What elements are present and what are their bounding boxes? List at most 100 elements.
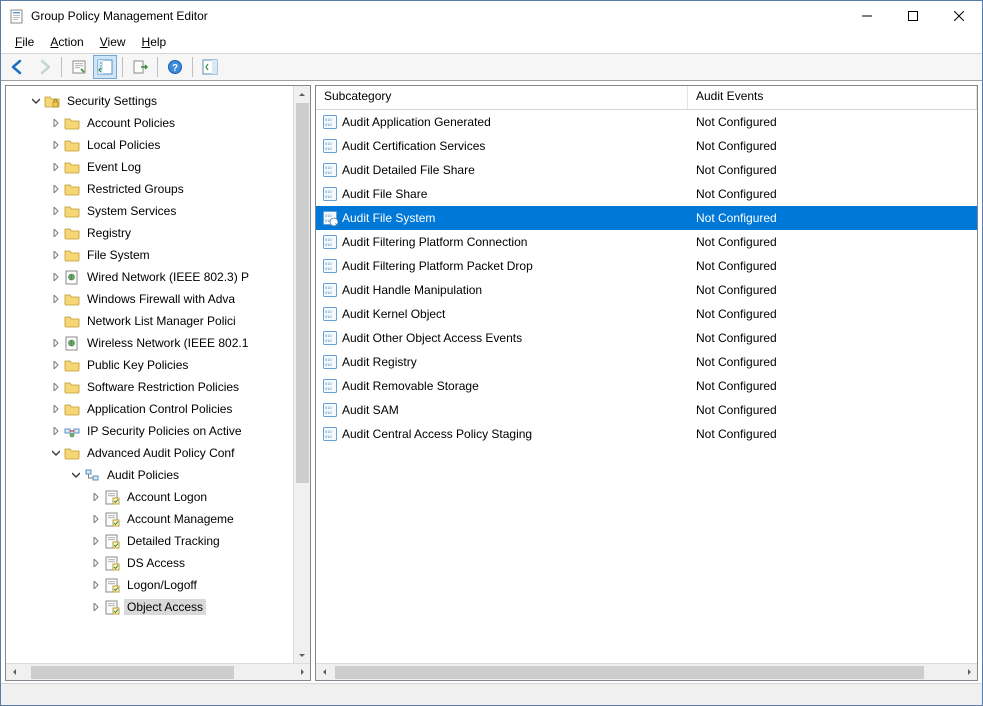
scroll-track[interactable] (23, 664, 293, 681)
toolbar-action-pane-button[interactable] (198, 55, 222, 79)
expand-toggle-icon[interactable] (48, 115, 64, 131)
tree-scroll[interactable]: Security SettingsAccount PoliciesLocal P… (6, 86, 293, 663)
tree-item[interactable]: Wireless Network (IEEE 802.1 (6, 332, 293, 354)
list-row[interactable]: Audit SAMNot Configured (316, 398, 977, 422)
list-row[interactable]: Audit Other Object Access EventsNot Conf… (316, 326, 977, 350)
list-row[interactable]: Audit Removable StorageNot Configured (316, 374, 977, 398)
list-row[interactable]: Audit Kernel ObjectNot Configured (316, 302, 977, 326)
tree-item[interactable]: Account Manageme (6, 508, 293, 530)
tree-item[interactable]: Account Logon (6, 486, 293, 508)
expand-toggle-icon[interactable] (48, 335, 64, 351)
list-row[interactable]: Audit File SystemNot Configured (316, 206, 977, 230)
expand-toggle-icon[interactable] (48, 423, 64, 439)
folder-icon (64, 203, 80, 219)
scroll-left-button[interactable] (316, 664, 333, 681)
list-row[interactable]: Audit Central Access Policy StagingNot C… (316, 422, 977, 446)
list-row[interactable]: Audit Certification ServicesNot Configur… (316, 134, 977, 158)
tree-vertical-scrollbar[interactable] (293, 86, 310, 663)
tree-item[interactable]: Object Access (6, 596, 293, 618)
tree-item[interactable]: Restricted Groups (6, 178, 293, 200)
tree-item-security-settings[interactable]: Security Settings (6, 90, 293, 112)
list-row[interactable]: Audit Handle ManipulationNot Configured (316, 278, 977, 302)
tree-item[interactable]: Event Log (6, 156, 293, 178)
expand-toggle-icon[interactable] (88, 577, 104, 593)
expand-toggle-icon[interactable] (48, 137, 64, 153)
expand-toggle-icon[interactable] (28, 93, 44, 109)
toolbar-show-tree-button[interactable] (93, 55, 117, 79)
scroll-right-button[interactable] (960, 664, 977, 681)
toolbar-back-button[interactable] (6, 55, 30, 79)
tree-item[interactable]: Application Control Policies (6, 398, 293, 420)
column-subcategory[interactable]: Subcategory (316, 86, 688, 109)
tree-item[interactable]: DS Access (6, 552, 293, 574)
expand-toggle-icon[interactable] (48, 225, 64, 241)
menu-help[interactable]: Help (134, 33, 175, 51)
scroll-thumb[interactable] (296, 103, 309, 483)
tree-item[interactable]: Logon/Logoff (6, 574, 293, 596)
expand-toggle-icon[interactable] (48, 203, 64, 219)
tree-item[interactable]: Local Policies (6, 134, 293, 156)
tree-item[interactable]: Software Restriction Policies (6, 376, 293, 398)
expand-toggle-icon[interactable] (48, 181, 64, 197)
toolbar-export-list-button[interactable] (128, 55, 152, 79)
scroll-right-button[interactable] (293, 664, 310, 681)
list-row[interactable]: Audit RegistryNot Configured (316, 350, 977, 374)
expand-toggle-icon[interactable] (48, 401, 64, 417)
menu-action[interactable]: Action (42, 33, 91, 51)
minimize-button[interactable] (844, 1, 890, 31)
tree-horizontal-scrollbar[interactable] (6, 663, 310, 680)
list-row[interactable]: Audit Application GeneratedNot Configure… (316, 110, 977, 134)
toolbar-properties-button[interactable] (67, 55, 91, 79)
scroll-down-button[interactable] (294, 646, 310, 663)
tree-item[interactable]: File System (6, 244, 293, 266)
expand-toggle-icon[interactable] (48, 445, 64, 461)
list-row-status: Not Configured (688, 331, 977, 345)
tree-item[interactable]: Registry (6, 222, 293, 244)
tree-item[interactable]: Windows Firewall with Adva (6, 288, 293, 310)
expand-toggle-icon[interactable] (48, 247, 64, 263)
list-scroll[interactable]: Audit Application GeneratedNot Configure… (316, 110, 977, 663)
toolbar-help-button[interactable] (163, 55, 187, 79)
tree-item[interactable]: Wired Network (IEEE 802.3) P (6, 266, 293, 288)
tree-item[interactable]: Network List Manager Polici (6, 310, 293, 332)
expand-toggle-icon[interactable] (88, 489, 104, 505)
expand-toggle-icon[interactable] (48, 357, 64, 373)
scroll-track[interactable] (294, 103, 310, 646)
tree-item[interactable]: IP Security Policies on Active (6, 420, 293, 442)
list-row[interactable]: Audit File ShareNot Configured (316, 182, 977, 206)
expand-toggle-icon[interactable] (68, 467, 84, 483)
toolbar-forward-button[interactable] (32, 55, 56, 79)
expand-toggle-icon[interactable] (48, 159, 64, 175)
scroll-thumb[interactable] (335, 666, 924, 679)
expand-toggle-icon[interactable] (88, 511, 104, 527)
list-row[interactable]: Audit Filtering Platform Packet DropNot … (316, 254, 977, 278)
scroll-left-button[interactable] (6, 664, 23, 681)
tree-item[interactable]: Public Key Policies (6, 354, 293, 376)
scroll-up-button[interactable] (294, 86, 310, 103)
maximize-button[interactable] (890, 1, 936, 31)
column-audit-events[interactable]: Audit Events (688, 86, 977, 109)
titlebar[interactable]: Group Policy Management Editor (1, 1, 982, 31)
tree-item[interactable]: Account Policies (6, 112, 293, 134)
auditcat-icon (104, 489, 120, 505)
scroll-thumb[interactable] (31, 666, 234, 679)
menu-file[interactable]: File (7, 33, 42, 51)
menu-view[interactable]: View (92, 33, 134, 51)
expand-toggle-icon[interactable] (48, 269, 64, 285)
expand-toggle-icon[interactable] (48, 379, 64, 395)
expand-toggle-icon[interactable] (88, 533, 104, 549)
tree-item[interactable]: Detailed Tracking (6, 530, 293, 552)
expand-toggle-icon[interactable] (48, 291, 64, 307)
tree-item[interactable]: Audit Policies (6, 464, 293, 486)
folder-icon (64, 247, 80, 263)
tree-item[interactable]: Advanced Audit Policy Conf (6, 442, 293, 464)
list-horizontal-scrollbar[interactable] (316, 663, 977, 680)
scroll-track[interactable] (333, 664, 960, 681)
tree-item[interactable]: System Services (6, 200, 293, 222)
list-row[interactable]: Audit Detailed File ShareNot Configured (316, 158, 977, 182)
expand-toggle-icon[interactable] (88, 555, 104, 571)
close-button[interactable] (936, 1, 982, 31)
list-row[interactable]: Audit Filtering Platform ConnectionNot C… (316, 230, 977, 254)
list-header[interactable]: Subcategory Audit Events (316, 86, 977, 110)
expand-toggle-icon[interactable] (88, 599, 104, 615)
